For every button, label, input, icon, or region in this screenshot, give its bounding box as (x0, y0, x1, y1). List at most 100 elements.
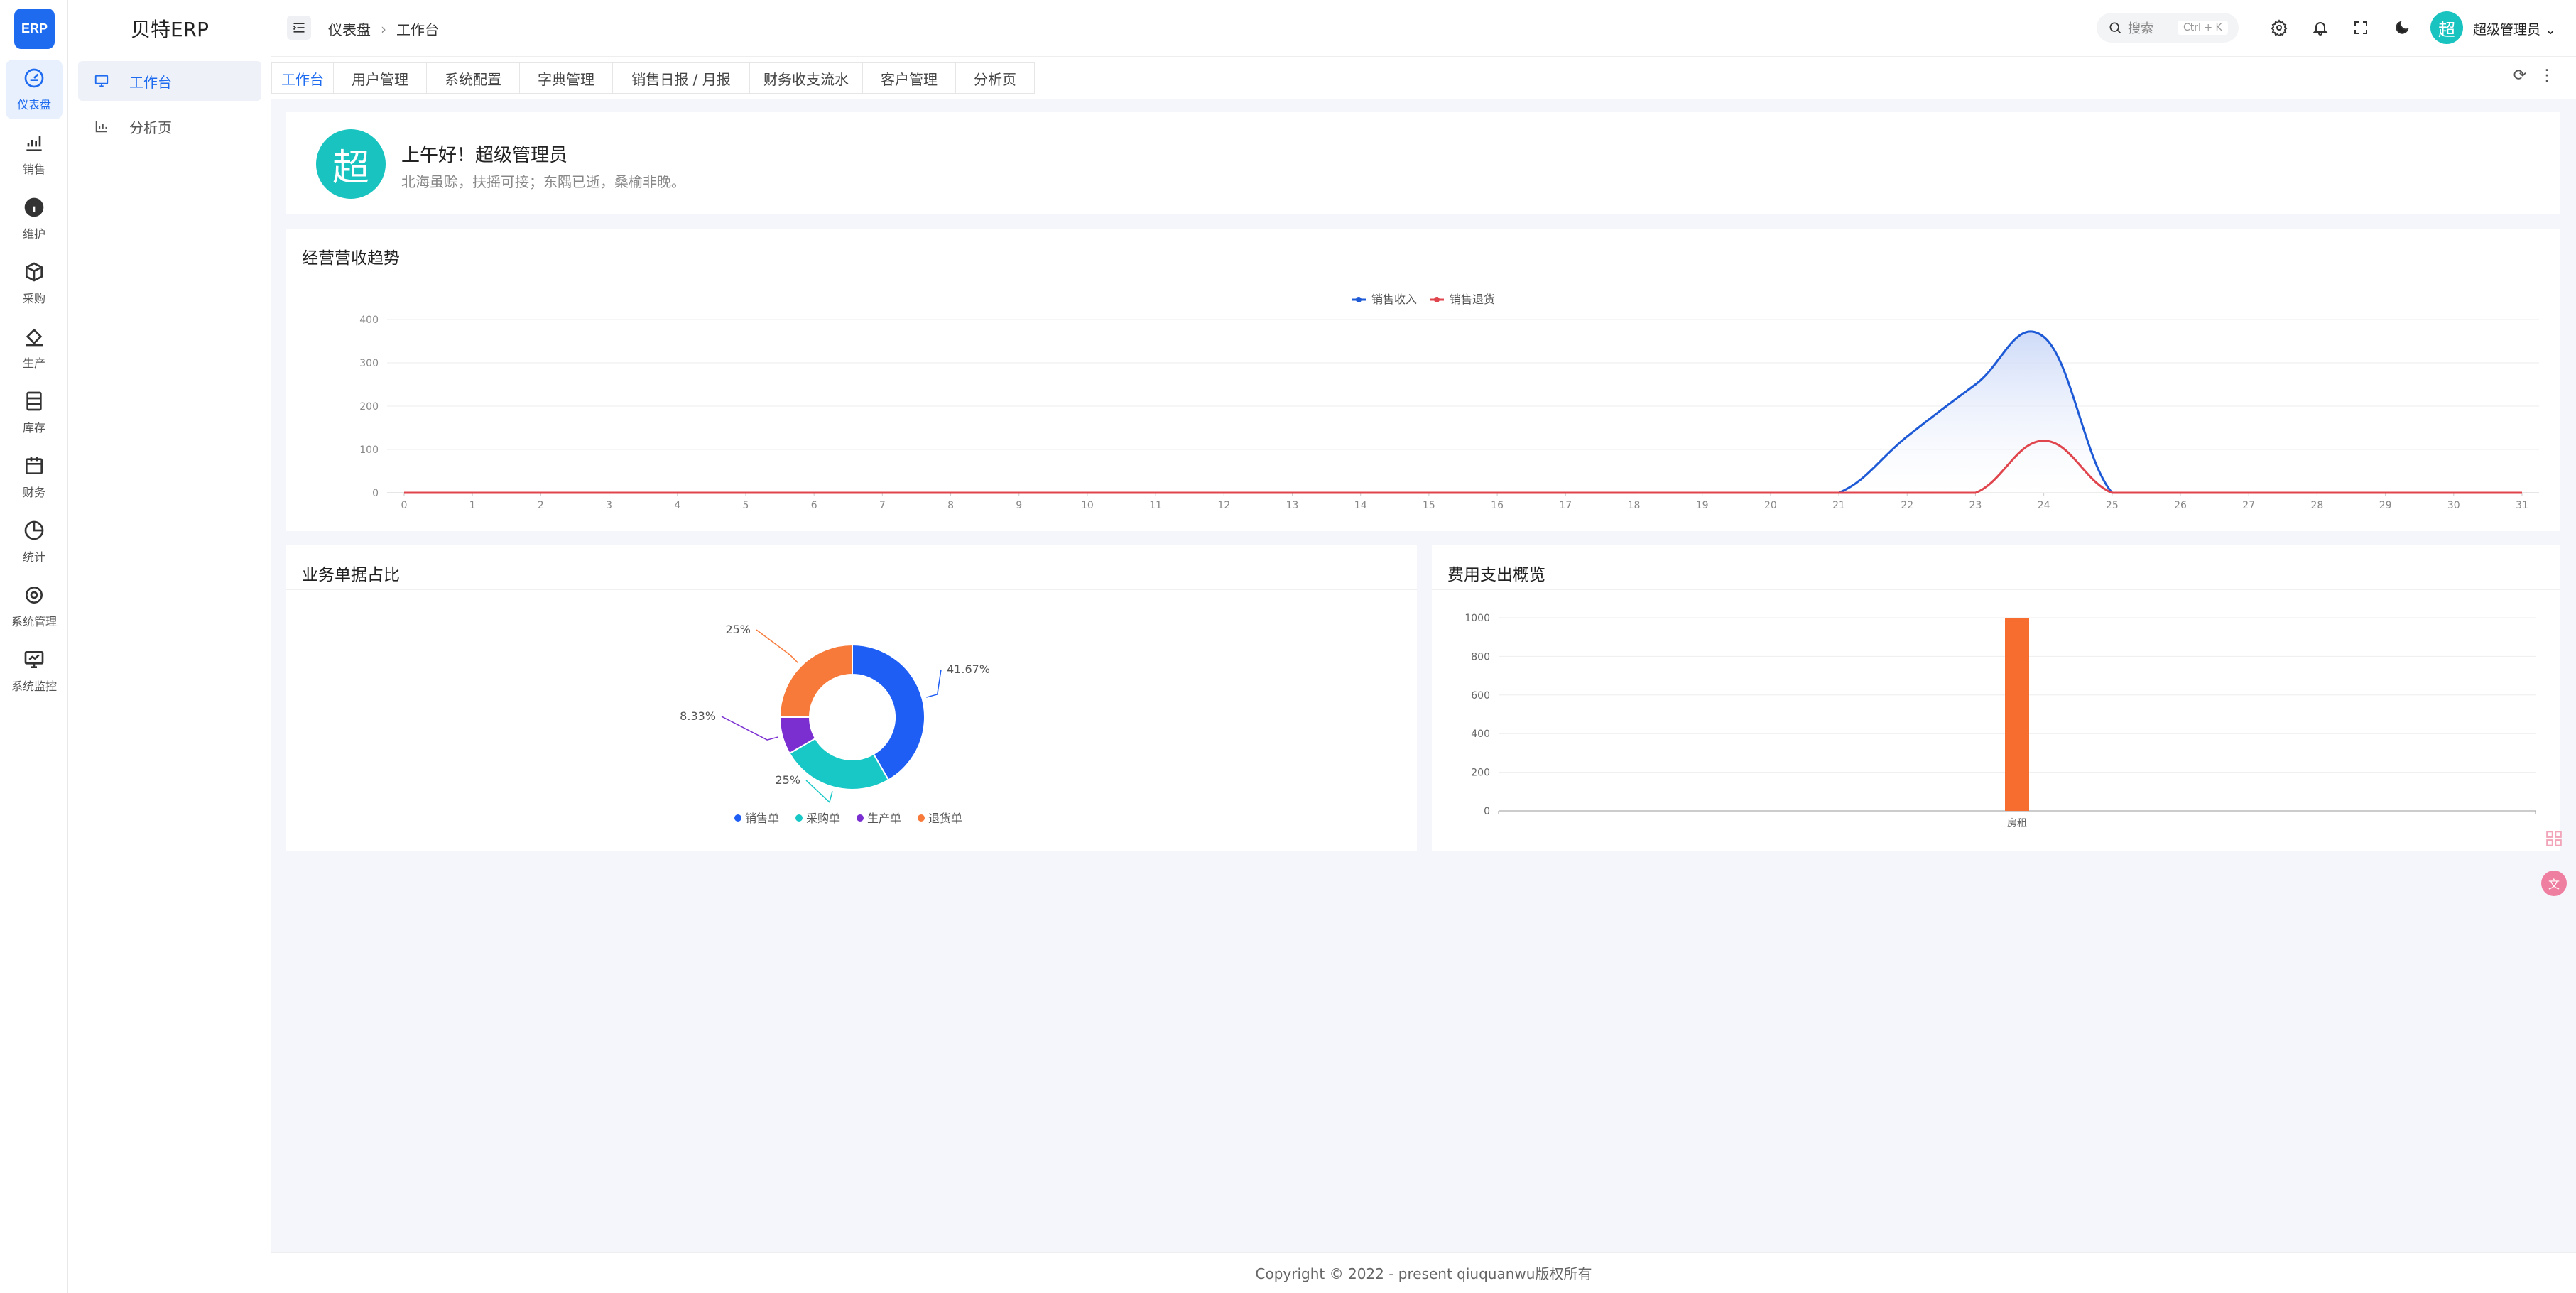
search-placeholder: 搜索 (2128, 21, 2153, 36)
legend-label: 采购单 (806, 812, 840, 825)
widget-float-button[interactable] (2540, 825, 2567, 852)
series-line-1 (404, 440, 2522, 494)
x-tick-label: 10 (1081, 500, 1094, 511)
expense-card: 费用支出概览 0 200 400 600 800 1000 房租 (1432, 545, 2560, 851)
y-tick-label: 400 (359, 315, 379, 326)
x-tick-label: 9 (1016, 500, 1022, 511)
x-tick-label: 2 (538, 500, 544, 511)
rail-item-2[interactable]: 维护 (6, 189, 63, 249)
rail-item-7[interactable]: 统计 (6, 512, 63, 572)
rail-item-label: 库存 (22, 421, 45, 435)
x-tick-label: 29 (2379, 500, 2392, 511)
rail-item-9[interactable]: 系统监控 (6, 641, 63, 701)
y-tick-label: 300 (359, 358, 379, 369)
welcome-card: 超 上午好！超级管理员 北海虽赊，扶摇可接；东隅已逝，桑榆非晚。 (286, 112, 2560, 214)
revenue-trend-card: 经营营收趋势 0 100 200 300 400 0 1 2 3 4 5 6 7 8 9 10 11 12 13 14… (286, 229, 2560, 531)
tab-7[interactable]: 分析页 (955, 62, 1035, 94)
bell-icon (2313, 22, 2328, 36)
x-tick-label: 15 (1423, 500, 1435, 511)
breadcrumb-item[interactable]: 仪表盘 (328, 18, 371, 39)
breadcrumb-item[interactable]: 工作台 (396, 18, 439, 39)
tab-1[interactable]: 用户管理 (333, 62, 427, 94)
rail-item-4[interactable]: 生产 (6, 318, 63, 378)
rail-item-label: 系统监控 (11, 680, 57, 693)
notification-button[interactable] (2310, 17, 2331, 38)
rail-item-8[interactable]: 系统管理 (6, 577, 63, 636)
dashboard-icon (24, 68, 44, 88)
legend-marker (1434, 297, 1440, 302)
rail-item-0[interactable]: 仪表盘 (6, 60, 63, 119)
pie-chart-icon (24, 520, 44, 540)
tab-3[interactable]: 字典管理 (519, 62, 613, 94)
motto-text: 北海虽赊，扶摇可接；东隅已逝，桑榆非晚。 (401, 173, 685, 190)
tab-6[interactable]: 客户管理 (862, 62, 956, 94)
search-box[interactable]: 搜索 Ctrl + K (2097, 13, 2239, 43)
fullscreen-button[interactable] (2350, 17, 2371, 38)
legend-marker (1356, 297, 1362, 302)
rail-item-label: 销售 (22, 163, 45, 176)
moon-icon (2396, 21, 2409, 34)
rail-item-5[interactable]: 库存 (6, 383, 63, 442)
submenu-item-analysis[interactable]: 分析页 (78, 107, 261, 146)
breadcrumb: 仪表盘 › 工作台 (328, 18, 439, 39)
y-tick-label: 0 (372, 488, 379, 499)
x-tick-label: 27 (2242, 500, 2255, 511)
pie-data-label: 41.67% (947, 662, 990, 676)
rail-item-label: 采购 (22, 292, 45, 305)
theme-toggle-button[interactable] (2391, 17, 2413, 38)
legend-marker (857, 814, 864, 822)
gear-icon (26, 587, 43, 604)
avatar[interactable]: 超 (2430, 11, 2463, 44)
y-tick-label: 200 (1471, 768, 1490, 779)
logo-text: ERP (21, 21, 48, 36)
pie-leader-line (721, 716, 778, 741)
more-vertical-icon[interactable]: ⋮ (2539, 67, 2555, 84)
monitor-icon (94, 75, 109, 87)
document-share-chart: 41.67% 25% 8.33% 25% 销售单 采购单 生产单 退货单 (680, 623, 990, 825)
bar-0 (2005, 618, 2029, 811)
x-tick-label: 8 (947, 500, 954, 511)
inventory-icon (26, 391, 42, 411)
x-tick-label: 24 (2038, 500, 2050, 511)
submenu-item-workbench[interactable]: 工作台 (78, 61, 261, 101)
x-tick-label: 20 (1764, 500, 1777, 511)
series-area (404, 331, 2522, 493)
tab-0[interactable]: 工作台 (271, 62, 334, 94)
chart-icon (95, 121, 107, 133)
x-tick-label: 14 (1354, 500, 1367, 511)
tab-5[interactable]: 财务收支流水 (749, 62, 863, 94)
tab-2[interactable]: 系统配置 (426, 62, 520, 94)
menu-toggle-button[interactable] (287, 16, 311, 40)
rail-item-6[interactable]: 财务 (6, 447, 63, 507)
rail-item-1[interactable]: 销售 (6, 124, 63, 184)
legend-marker (734, 814, 741, 822)
x-tick-label: 11 (1149, 500, 1162, 511)
rail-item-label: 系统管理 (11, 615, 57, 628)
y-tick-label: 0 (1484, 806, 1490, 817)
paint-bucket-icon (26, 328, 43, 347)
app-logo[interactable]: ERP (14, 9, 55, 49)
x-tick-label: 房租 (2007, 818, 2027, 829)
x-tick-label: 4 (674, 500, 680, 511)
x-tick-label: 21 (1832, 500, 1845, 511)
search-shortcut: Ctrl + K (2178, 21, 2228, 35)
x-tick-label: 16 (1491, 500, 1504, 511)
document-share-card: 业务单据占比 41.67% 25% 8.33% 25% 销售单 采购单 生产单 退货单 (286, 545, 1417, 851)
rail-item-3[interactable]: 采购 (6, 253, 63, 313)
translate-float-button[interactable]: 文 (2540, 870, 2567, 897)
x-tick-label: 3 (606, 500, 612, 511)
pie-leader-line (926, 669, 942, 698)
y-tick-label: 800 (1471, 651, 1490, 662)
legend-label: 生产单 (867, 812, 901, 825)
legend-label: 销售单 (745, 812, 779, 825)
legend-label: 销售退货 (1450, 293, 1495, 306)
refresh-icon[interactable]: ⟳ (2513, 67, 2526, 84)
user-menu[interactable]: 超级管理员 ⌄ (2473, 19, 2556, 38)
chevron-down-icon: ⌄ (2545, 22, 2556, 38)
pie-slice-1 (788, 737, 890, 790)
y-tick-label: 1000 (1464, 613, 1490, 624)
x-tick-label: 28 (2311, 500, 2324, 511)
tab-4[interactable]: 销售日报 / 月报 (612, 62, 750, 94)
submenu-label: 工作台 (129, 73, 172, 91)
settings-button[interactable] (2268, 17, 2290, 38)
